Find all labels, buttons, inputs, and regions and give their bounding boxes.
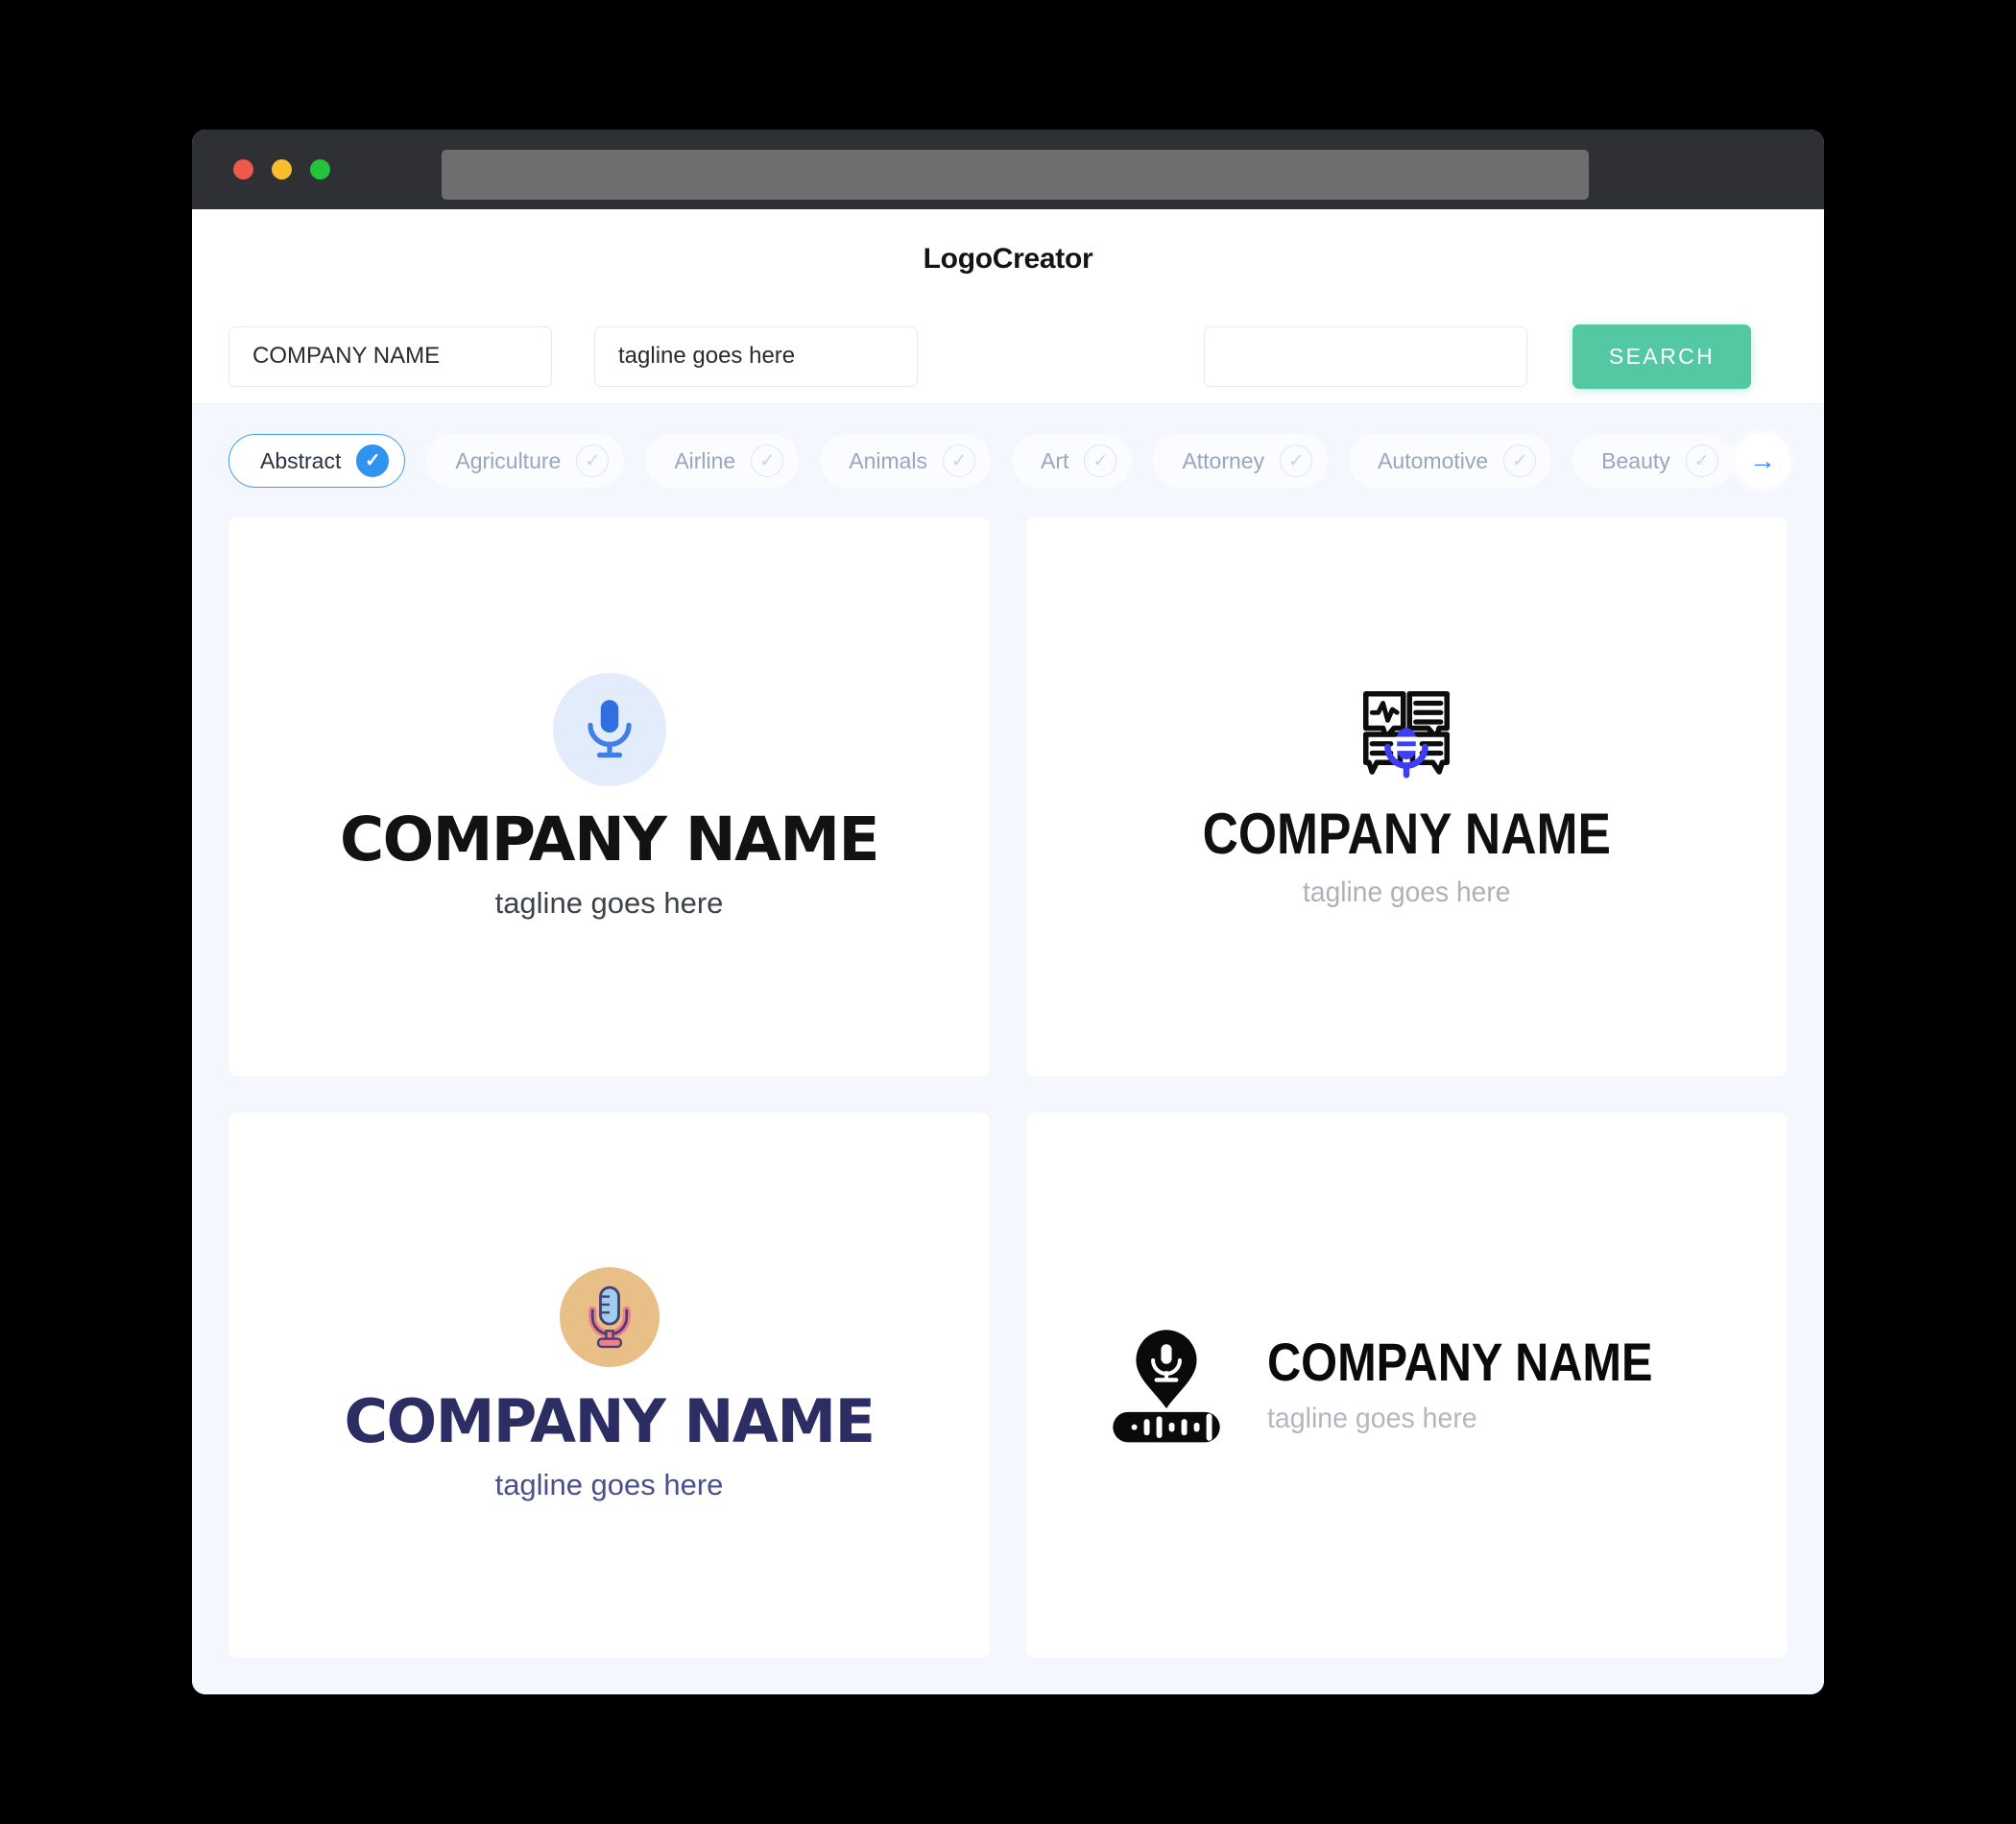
microphone-in-circle-icon [552, 672, 666, 786]
minimize-window-button[interactable] [272, 159, 292, 180]
browser-window: LogoCreator COMPANY NAME tagline goes he… [192, 130, 1824, 1694]
category-chip-beauty[interactable]: Beauty ✓ [1572, 434, 1734, 488]
logo-text-block: COMPANY NAME tagline goes here [1266, 1331, 1711, 1435]
maximize-window-button[interactable] [310, 159, 330, 180]
category-chip-attorney[interactable]: Attorney ✓ [1153, 434, 1329, 488]
category-chip-airline[interactable]: Airline ✓ [645, 434, 800, 488]
logo-card[interactable]: COMPANY NAME tagline goes here [1026, 517, 1788, 1076]
logo-tagline: tagline goes here [494, 885, 724, 920]
category-chip-abstract[interactable]: Abstract ✓ [228, 434, 406, 488]
check-icon: ✓ [576, 444, 610, 477]
check-icon: ✓ [356, 444, 390, 477]
podcast-speech-bubbles-microphone-icon [1356, 684, 1456, 784]
category-chip-automotive[interactable]: Automotive ✓ [1349, 434, 1552, 488]
check-icon: ✓ [1503, 444, 1537, 477]
logo-tagline: tagline goes here [1266, 1402, 1477, 1434]
logo-tagline: tagline goes here [1303, 876, 1511, 908]
category-chip-label: Agriculture [455, 447, 562, 473]
category-chip-label: Attorney [1182, 447, 1265, 473]
search-toolbar: COMPANY NAME tagline goes here SEARCH [192, 309, 1824, 404]
check-icon: ✓ [1685, 444, 1718, 477]
category-chip-label: Abstract [260, 447, 342, 473]
logo-company-name: COMPANY NAME [1266, 1331, 1653, 1392]
address-bar[interactable] [442, 150, 1589, 200]
check-icon: ✓ [751, 444, 784, 477]
retro-microphone-in-circle-icon [559, 1267, 660, 1368]
logo-card[interactable]: COMPANY NAME tagline goes here [228, 1112, 990, 1658]
company-name-input[interactable]: COMPANY NAME [228, 325, 552, 387]
logo-preview: COMPANY NAME tagline goes here [1104, 1323, 1711, 1448]
logo-company-name: COMPANY NAME [1202, 801, 1612, 866]
microphone-pin-with-waveform-icon [1104, 1323, 1229, 1448]
category-chip-label: Art [1041, 447, 1069, 473]
logo-results-grid: COMPANY NAME tagline goes here COMPANY N… [192, 517, 1824, 1694]
logo-preview: COMPANY NAME tagline goes here [344, 1267, 876, 1502]
browser-titlebar [192, 130, 1824, 209]
search-button[interactable]: SEARCH [1572, 324, 1751, 389]
check-icon: ✓ [1280, 444, 1313, 477]
logo-company-name: COMPANY NAME [339, 804, 880, 875]
logo-tagline: tagline goes here [494, 1468, 724, 1502]
logo-card[interactable]: COMPANY NAME tagline goes here [1026, 1112, 1788, 1658]
category-chip-label: Automotive [1378, 447, 1489, 473]
category-chip-art[interactable]: Art ✓ [1012, 434, 1133, 488]
category-chip-label: Animals [849, 447, 928, 473]
logo-card[interactable]: COMPANY NAME tagline goes here [228, 517, 990, 1076]
logo-preview: COMPANY NAME tagline goes here [1169, 684, 1644, 909]
page-title: LogoCreator [923, 243, 1093, 275]
app-header: LogoCreator [192, 209, 1824, 309]
category-filter-row[interactable]: Abstract ✓ Agriculture ✓ Airline ✓ Anima… [192, 404, 1824, 517]
logo-company-name: COMPANY NAME [344, 1386, 876, 1457]
category-chip-label: Beauty [1601, 447, 1670, 473]
category-chip-animals[interactable]: Animals ✓ [820, 434, 992, 488]
check-icon: ✓ [1084, 444, 1117, 477]
logo-preview: COMPANY NAME tagline goes here [339, 672, 880, 921]
window-controls [233, 159, 330, 180]
keyword-input[interactable] [1204, 325, 1527, 387]
next-categories-arrow-icon[interactable]: → [1735, 433, 1790, 489]
tagline-input[interactable]: tagline goes here [594, 325, 918, 387]
category-chip-label: Airline [674, 447, 736, 473]
close-window-button[interactable] [233, 159, 253, 180]
category-chip-agriculture[interactable]: Agriculture ✓ [426, 434, 625, 488]
check-icon: ✓ [943, 444, 976, 477]
